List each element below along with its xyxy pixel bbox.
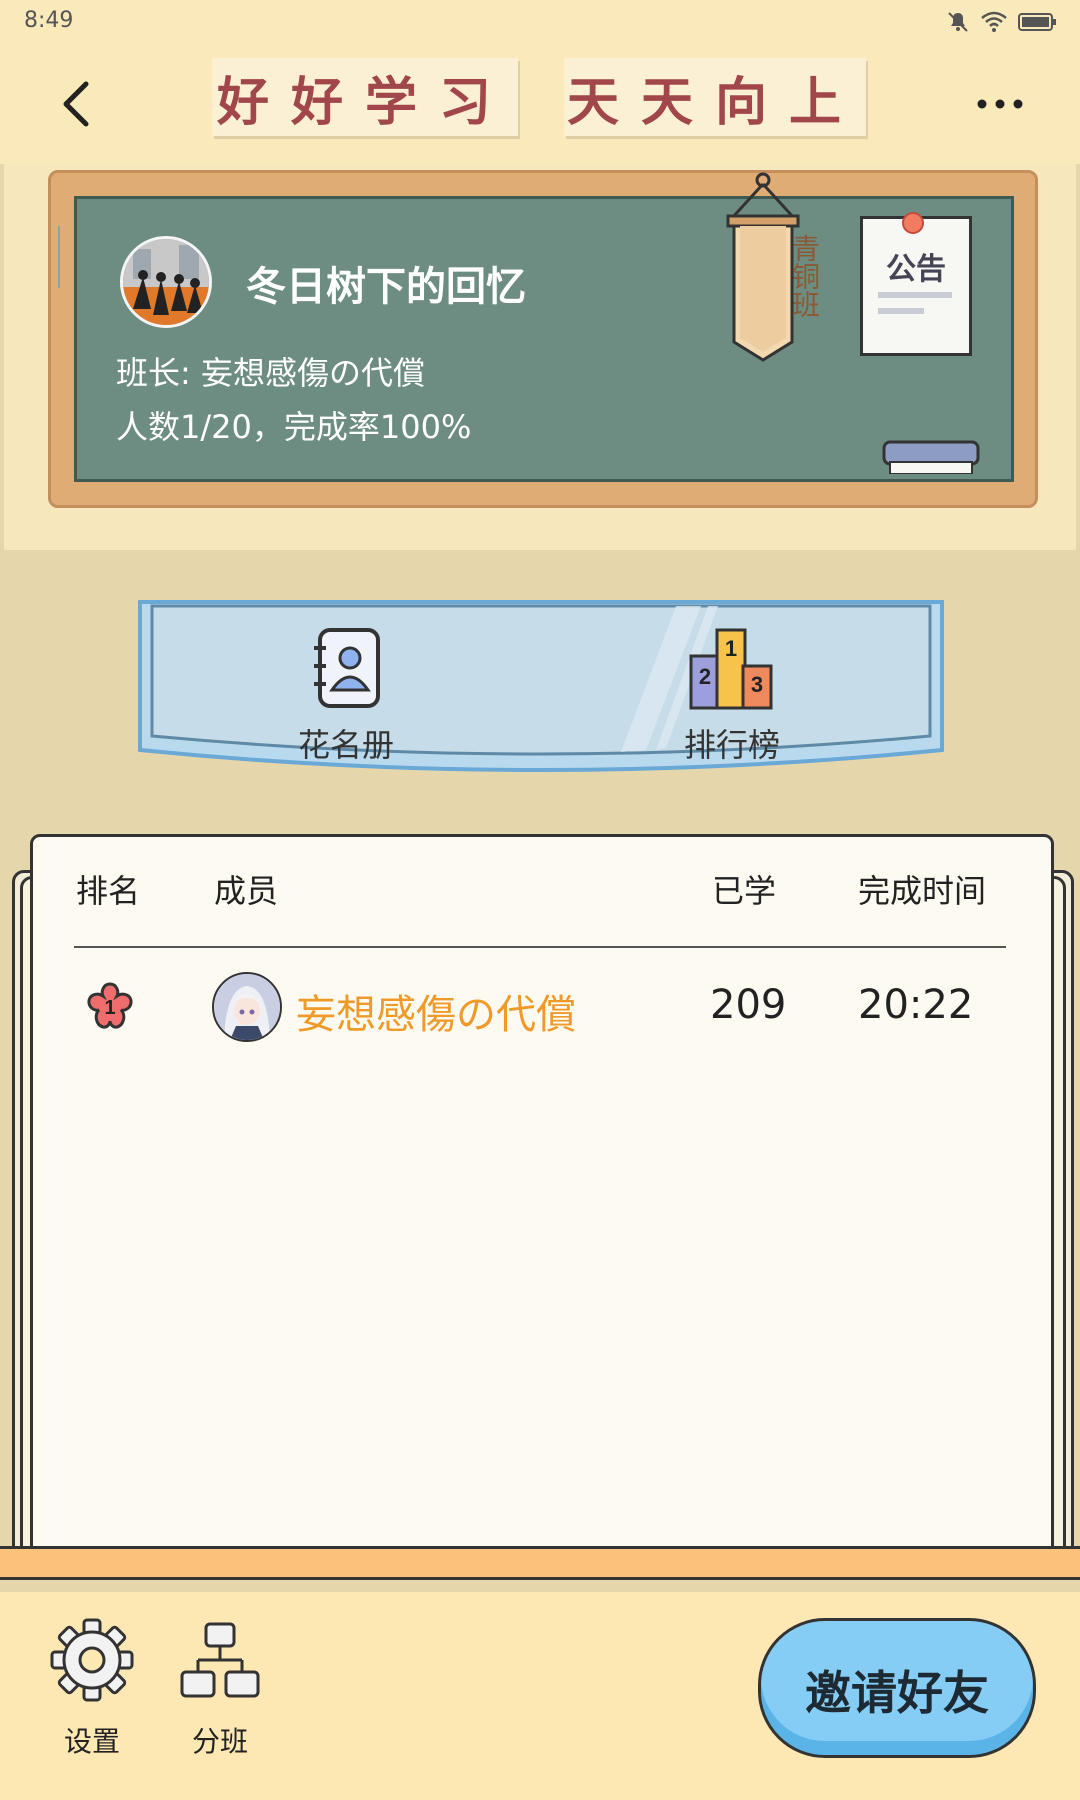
tier-banner-text: 青铜班 xyxy=(788,234,821,318)
banner-left: 好好学习 xyxy=(212,58,518,136)
status-time: 8:49 xyxy=(24,8,74,33)
flower-badge-icon: 1 xyxy=(87,982,133,1029)
svg-text:1: 1 xyxy=(725,636,737,661)
rank-number: 1 xyxy=(104,997,115,1019)
monitor-line: 班长: 妄想感傷の代償 xyxy=(116,348,425,394)
chalk-mark xyxy=(58,226,64,288)
invite-label: 邀请好友 xyxy=(805,1666,989,1720)
pin-icon xyxy=(902,212,924,234)
eraser-icon xyxy=(882,440,980,475)
ranking-table xyxy=(30,834,1054,1550)
settings-label: 设置 xyxy=(63,1725,120,1758)
tier-banner: 青铜班 xyxy=(726,172,821,368)
class-avatar-image xyxy=(123,239,209,325)
podium-icon: 2 1 3 xyxy=(689,628,773,710)
class-name: 冬日树下的回忆 xyxy=(246,264,526,310)
monitor-name: 妄想感傷の代償 xyxy=(200,354,425,392)
wifi-icon xyxy=(981,11,1007,32)
split-class-label: 分班 xyxy=(191,1725,248,1758)
settings-button[interactable]: 设置 xyxy=(44,1618,140,1758)
more-button[interactable] xyxy=(972,86,1028,122)
avatar[interactable] xyxy=(212,972,282,1042)
rank-badge: 1 xyxy=(84,980,136,1032)
class-stats: 人数1/20，完成率100% xyxy=(116,408,472,446)
back-button[interactable] xyxy=(54,72,104,132)
status-bar xyxy=(0,0,1080,44)
member-time: 20:22 xyxy=(858,982,974,1028)
chevron-left-icon xyxy=(63,81,89,127)
member-learned: 209 xyxy=(710,982,787,1028)
header xyxy=(0,44,1080,164)
gear-icon xyxy=(50,1618,134,1702)
header-divider xyxy=(74,946,1006,948)
header-member: 成员 xyxy=(214,872,279,910)
tab-roster[interactable]: 花名册 xyxy=(246,626,446,766)
split-class-button[interactable]: 分班 xyxy=(172,1618,268,1758)
header-time: 完成时间 xyxy=(858,872,987,910)
eraser xyxy=(882,440,980,475)
header-learned: 已学 xyxy=(712,872,777,910)
tab-roster-label: 花名册 xyxy=(297,726,394,764)
tab-ranking[interactable]: 2 1 3 排行榜 xyxy=(632,626,832,766)
header-rank: 排名 xyxy=(76,872,141,910)
member-name[interactable]: 妄想感傷の代償 xyxy=(296,982,576,1040)
svg-text:2: 2 xyxy=(699,664,711,689)
member-avatar-image xyxy=(214,974,280,1040)
battery-icon xyxy=(1018,13,1056,31)
notice-title: 公告 xyxy=(886,252,946,287)
tab-ranking-label: 排行榜 xyxy=(683,726,780,764)
roster-book-icon xyxy=(314,628,380,708)
invite-friends-button[interactable]: 邀请好友 xyxy=(758,1618,1036,1758)
more-dots-icon xyxy=(977,99,1023,109)
bell-muted-icon xyxy=(948,12,968,32)
banner-right: 天天向上 xyxy=(564,58,866,136)
ledge xyxy=(0,1546,1080,1580)
hierarchy-icon xyxy=(180,1622,260,1698)
monitor-label: 班长: xyxy=(116,354,191,392)
status-icons xyxy=(946,10,1058,34)
svg-text:3: 3 xyxy=(751,672,763,697)
class-avatar[interactable] xyxy=(120,236,212,328)
notice-lines xyxy=(878,292,952,314)
